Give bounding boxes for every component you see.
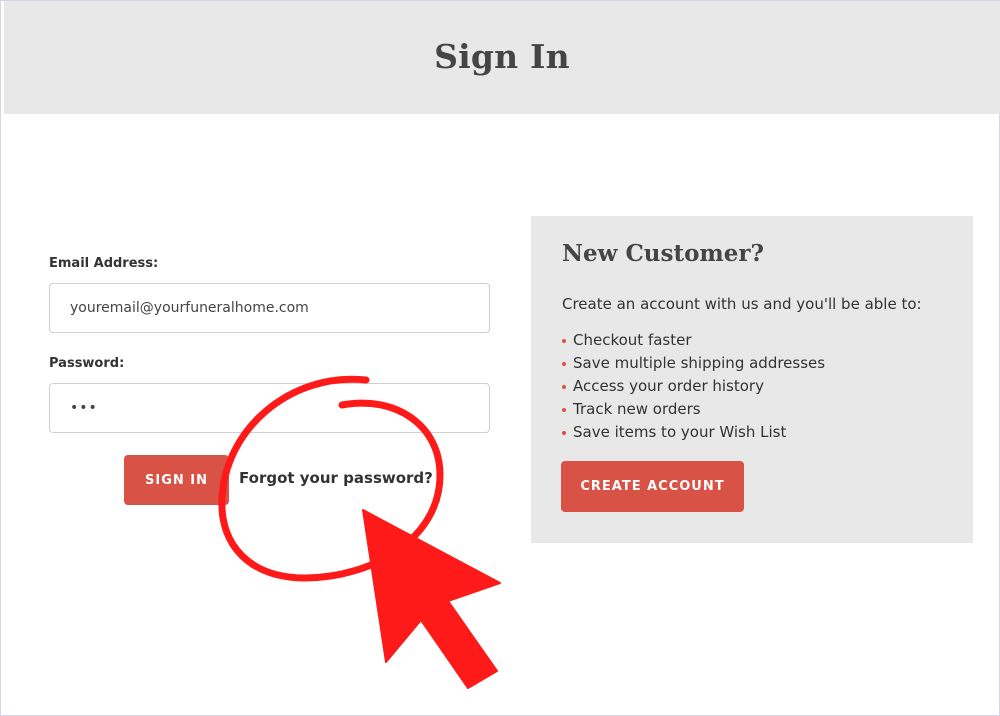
bullet-icon	[562, 338, 566, 343]
email-field[interactable]	[49, 283, 490, 333]
bullet-icon	[562, 361, 566, 366]
bullet-icon	[562, 407, 566, 412]
list-item: Track new orders	[562, 398, 825, 421]
new-customer-intro: Create an account with us and you'll be …	[562, 295, 922, 313]
email-label: Email Address:	[49, 256, 159, 271]
password-field[interactable]	[49, 383, 490, 433]
bullet-icon	[562, 430, 566, 435]
page-header: Sign In	[4, 1, 1000, 114]
list-item: Save items to your Wish List	[562, 421, 825, 444]
list-item: Save multiple shipping addresses	[562, 352, 825, 375]
benefits-list: Checkout faster Save multiple shipping a…	[562, 329, 825, 444]
new-customer-panel: New Customer? Create an account with us …	[531, 216, 973, 543]
password-label: Password:	[49, 356, 125, 371]
page-title: Sign In	[434, 37, 570, 76]
list-item: Access your order history	[562, 375, 825, 398]
list-item: Checkout faster	[562, 329, 825, 352]
new-customer-title: New Customer?	[562, 240, 764, 267]
bullet-icon	[562, 384, 566, 389]
forgot-password-link[interactable]: Forgot your password?	[239, 469, 433, 487]
create-account-button[interactable]: CREATE ACCOUNT	[561, 461, 744, 512]
sign-in-button[interactable]: SIGN IN	[124, 455, 229, 505]
